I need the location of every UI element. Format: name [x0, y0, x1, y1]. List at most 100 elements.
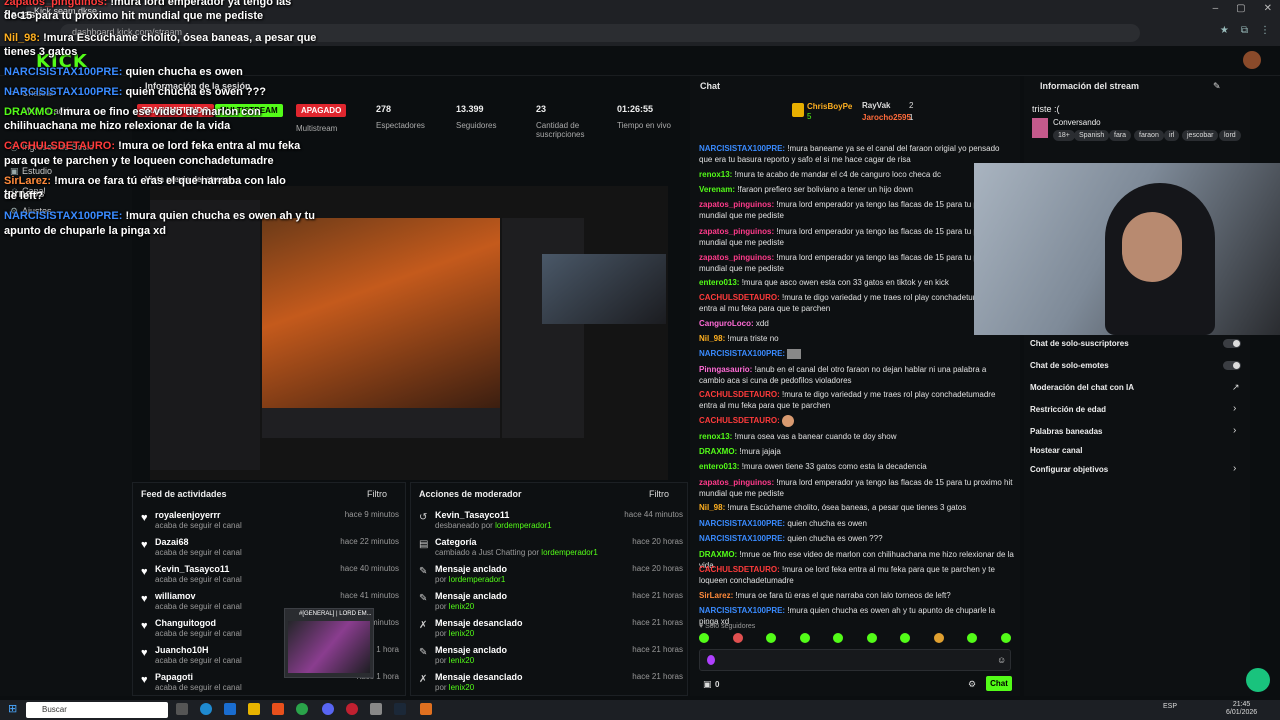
mod-action-title[interactable]: Categoría: [435, 537, 477, 547]
emote-icon[interactable]: [699, 633, 709, 643]
follower-name[interactable]: Dazai68: [155, 537, 189, 547]
emote-icon[interactable]: [799, 633, 810, 643]
minimize-icon[interactable]: –: [1213, 3, 1219, 14]
category-icon: ▤: [419, 539, 429, 550]
emote-icon[interactable]: [900, 633, 911, 643]
emote-icon[interactable]: [1000, 633, 1011, 643]
mod-action-title[interactable]: Mensaje desanclado: [435, 672, 523, 682]
support-button[interactable]: [1246, 668, 1270, 692]
emote-icon[interactable]: [933, 633, 944, 643]
banned-words-setting[interactable]: Palabras baneadas: [1030, 427, 1242, 436]
maximize-icon[interactable]: ▢: [1236, 3, 1245, 14]
top-gifter-2[interactable]: RayVak: [862, 101, 890, 110]
chat-message: zapatos_pinguinos: !mura lord emperador …: [699, 227, 1013, 247]
mod-action-title[interactable]: Mensaje desanclado: [435, 618, 523, 628]
emotes-only-toggle[interactable]: [1223, 361, 1241, 370]
mail-icon[interactable]: [224, 703, 236, 715]
chat-input[interactable]: [699, 649, 1011, 671]
mod-action-title[interactable]: Mensaje anclado: [435, 564, 507, 574]
goals-setting[interactable]: Configurar objetivos: [1030, 465, 1242, 474]
unban-icon: ↺: [419, 512, 428, 523]
stream-info-title: Información del stream: [1040, 81, 1140, 91]
mod-action-title[interactable]: Mensaje anclado: [435, 645, 507, 655]
edit-icon[interactable]: ✎: [1213, 81, 1221, 92]
follower-name[interactable]: royaleenjoyerrr: [155, 510, 221, 520]
avatar[interactable]: [1243, 51, 1261, 69]
stream-category: Conversando: [1053, 118, 1101, 127]
chevron-right-icon[interactable]: ›: [1233, 403, 1236, 414]
emote-icon[interactable]: [866, 633, 877, 643]
mod-action-title[interactable]: Mensaje anclado: [435, 591, 507, 601]
mod-filter-button[interactable]: Filtro: [649, 489, 669, 499]
chat-send-button[interactable]: Chat: [986, 676, 1012, 691]
follower-name[interactable]: Kevin_Tasayco11: [155, 564, 229, 574]
mod-action-sub: por lenix20: [435, 629, 475, 638]
follower-name[interactable]: Papagoti: [155, 672, 193, 682]
follower-name[interactable]: williamov: [155, 591, 196, 601]
heart-icon: ♥: [141, 647, 148, 659]
mod-action-sub: por lenix20: [435, 683, 475, 692]
discord-icon[interactable]: [322, 703, 334, 715]
host-channel-setting[interactable]: Hostear canal: [1030, 446, 1242, 455]
emote-icon[interactable]: [833, 633, 844, 643]
preview-controls: [262, 408, 500, 438]
chrome-icon[interactable]: [296, 703, 308, 715]
mod-action-sub: por lordemperador1: [435, 575, 506, 584]
mod-action-time: hace 21 horas: [632, 645, 683, 654]
brave-icon[interactable]: [272, 703, 284, 715]
extensions-icon[interactable]: ⧉: [1241, 25, 1248, 36]
heart-icon: ♥: [141, 566, 148, 578]
app-icon[interactable]: [370, 703, 382, 715]
external-link-icon[interactable]: ↗: [1232, 382, 1240, 393]
preview-webcam: [542, 254, 666, 324]
subs-only-toggle[interactable]: [1223, 339, 1241, 348]
emote-icon[interactable]: [967, 633, 978, 643]
follower-name[interactable]: Changuitogod: [155, 618, 216, 628]
obs-icon[interactable]: [346, 703, 358, 715]
clock-date: 6/01/2026: [1226, 709, 1258, 716]
chat-message: CanguroLoco: xdd: [699, 319, 769, 328]
gear-icon[interactable]: ⚙: [968, 679, 976, 690]
overlay-chat-line: apunto de chuparle la pinga xd: [4, 225, 166, 237]
tag: Spanish: [1074, 130, 1110, 141]
mod-action-time: hace 44 minutos: [624, 510, 683, 519]
top-gifter-3[interactable]: Jarocho2595: [862, 113, 911, 122]
chevron-right-icon[interactable]: ›: [1233, 425, 1236, 436]
chat-message: DRAXMO: !mura jajaja: [699, 447, 781, 456]
age-restriction-setting[interactable]: Restricción de edad: [1030, 405, 1242, 414]
edge-icon[interactable]: [200, 703, 212, 715]
chat-message: CACHULSDETAURO: !mura te digo variedad y…: [699, 293, 996, 313]
top-gifter-1[interactable]: ChrisBoyPe: [807, 102, 852, 111]
windows-start-icon[interactable]: ⊞: [8, 703, 20, 715]
chat-title: Chat: [700, 81, 720, 91]
lang-indicator[interactable]: ESP: [1163, 703, 1177, 710]
emote-icon[interactable]: [732, 633, 743, 643]
chevron-right-icon[interactable]: ›: [1233, 463, 1236, 474]
close-icon[interactable]: ✕: [1264, 3, 1272, 14]
folder-icon[interactable]: [248, 703, 260, 715]
overlay-chat-line: chilihuachana me hizo relexionar de la v…: [4, 120, 231, 132]
emote-icon[interactable]: [766, 633, 777, 643]
chat-message: zapatos_pinguinos: !mura lord emperador …: [699, 478, 1013, 498]
top-gifter-3-count: 1: [909, 113, 914, 122]
app-icon[interactable]: [420, 703, 432, 715]
emoji-icon[interactable]: ☺: [997, 655, 1006, 665]
ai-moderation-setting[interactable]: Moderación del chat con IA: [1030, 383, 1242, 392]
feed-filter-button[interactable]: Filtro: [367, 489, 387, 499]
list-item: ✎ Mensaje anclado por lenix20 hace 21 horas: [417, 645, 683, 671]
chat-message: zapatos_pinguinos: !mura lord emperador …: [699, 253, 1013, 273]
follower-name[interactable]: Juancho10H: [155, 645, 209, 655]
list-item: ✎ Mensaje anclado por lordemperador1 hace 2…: [417, 564, 683, 590]
mod-action-title[interactable]: Kevin_Tasayco11: [435, 510, 509, 520]
taskbar-search[interactable]: Buscar: [26, 702, 168, 718]
emotes-only-chat-setting: Chat de solo-emotes: [1030, 361, 1109, 370]
sidebar: ≡ Chatear ⌂ Monetización ◎ Ingresos de Soci…: [0, 76, 132, 696]
stream-title: triste :(: [1032, 104, 1060, 114]
activity-feed-title: Feed de actividades: [141, 489, 227, 499]
clock[interactable]: 21:45 6/01/2026: [1226, 701, 1257, 717]
menu-icon[interactable]: ⋮: [1260, 25, 1270, 36]
steam-icon[interactable]: [394, 703, 406, 715]
task-view-icon[interactable]: [176, 703, 188, 715]
list-item: ♥ royaleenjoyerrr acaba de seguir el canal…: [139, 510, 399, 536]
star-icon[interactable]: ★: [1220, 25, 1229, 36]
